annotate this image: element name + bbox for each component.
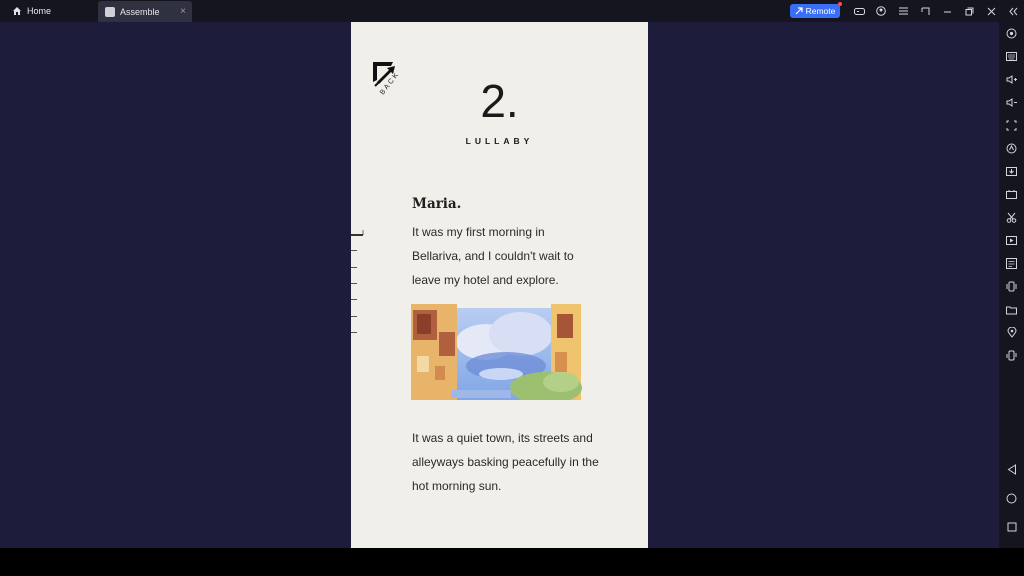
tab-assemble-label: Assemble [120,6,160,17]
story-line: alleyways basking peacefully in the [412,455,599,469]
restore-icon[interactable] [958,0,980,22]
tab-home[interactable]: Home [0,0,96,22]
speaker-name: Maria. [412,196,462,212]
scroll-tick [351,250,357,251]
scroll-tick [351,267,357,268]
fps-icon[interactable] [1003,186,1020,203]
home-nav-icon[interactable] [1003,490,1020,507]
story-line: It was a quiet town, its streets and [412,431,593,445]
window-icon[interactable] [914,0,936,22]
story-paragraph-2: It was a quiet town, its streets and all… [412,426,612,498]
scroll-tick [351,299,357,300]
menu-icon[interactable] [892,0,914,22]
volume-up-icon[interactable] [1003,71,1020,88]
chapter-title: LULLABY [465,136,534,146]
story-line: Bellariva, and I couldn't wait to [412,249,574,263]
scroll-tick [351,283,357,284]
video-record-icon[interactable] [1003,232,1020,249]
screenshot-icon[interactable] [1003,117,1020,134]
bottom-bar [0,548,1024,576]
shake-icon[interactable] [1003,278,1020,295]
record-icon[interactable] [1003,25,1020,42]
remote-label: Remote [805,6,836,16]
recents-icon[interactable] [1003,518,1020,535]
scroll-indicator: I [351,229,365,338]
scroll-tick [351,316,357,317]
gamepad-icon[interactable] [848,0,870,22]
install-apk-icon[interactable] [1003,163,1020,180]
collapse-icon[interactable] [1002,0,1024,22]
notification-dot [838,2,842,6]
keyboard-icon[interactable] [1003,48,1020,65]
scroll-tick-label: I [362,229,365,237]
home-icon [13,7,21,15]
game-screen[interactable]: BACK 2. LULLABY I Maria. It was my first… [351,22,648,548]
notes-icon[interactable] [1003,255,1020,272]
scroll-tick [351,332,357,333]
back-icon[interactable] [1003,461,1020,478]
emulator-sidebar [999,22,1024,548]
story-line: It was my first morning in [412,225,545,239]
tab-assemble[interactable]: Assemble × [98,1,192,22]
remote-button[interactable]: Remote [790,2,842,18]
chapter-number: 2. [480,75,519,127]
town-illustration [411,304,589,422]
story-line: leave my hotel and explore. [412,273,559,287]
close-icon[interactable] [980,0,1002,22]
sync-icon[interactable] [1003,140,1020,157]
close-tab-icon[interactable]: × [180,6,186,17]
tab-home-label: Home [27,6,52,16]
location-icon[interactable] [1003,324,1020,341]
volume-down-icon[interactable] [1003,94,1020,111]
remote-icon [795,7,803,15]
app-icon [105,6,115,17]
title-bar: Home Assemble × Remote [0,0,1024,22]
story-paragraph-1: It was my first morning in Bellariva, an… [412,220,612,292]
account-icon[interactable] [870,0,892,22]
minimize-icon[interactable] [936,0,958,22]
rotate-icon[interactable] [1003,347,1020,364]
window-controls [848,0,1024,22]
story-line: hot morning sun. [412,479,502,493]
scissors-icon[interactable] [1003,209,1020,226]
folder-icon[interactable] [1003,301,1020,318]
